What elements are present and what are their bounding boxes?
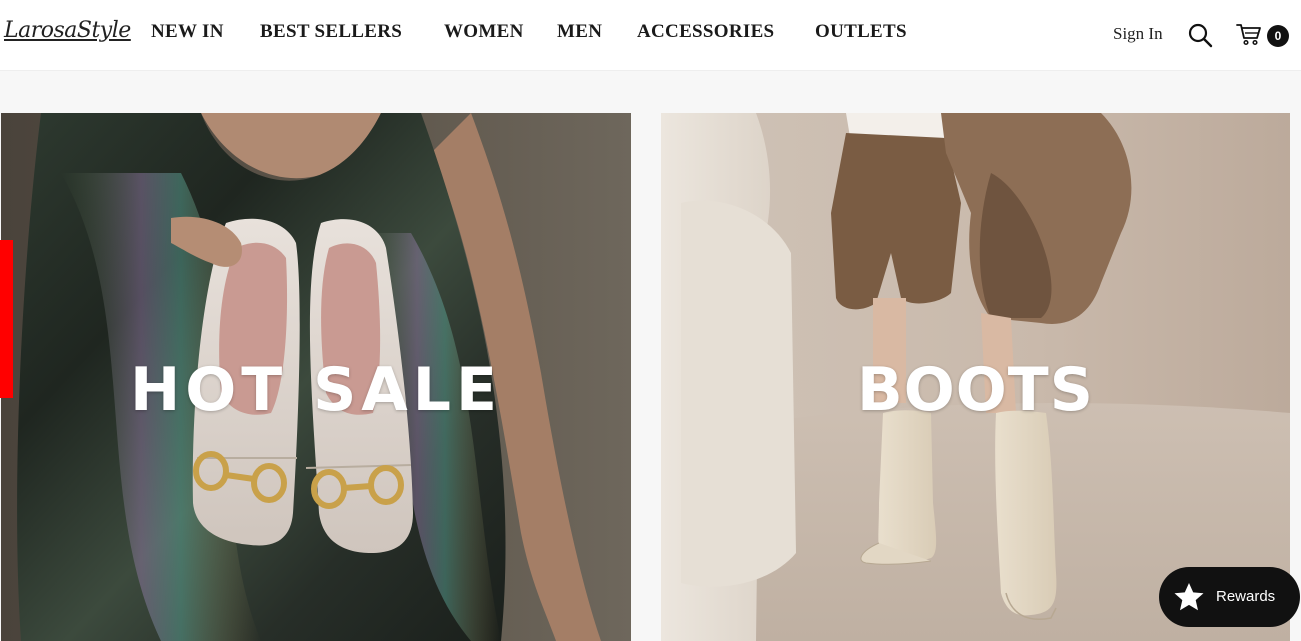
side-feedback-tab[interactable]	[0, 240, 13, 398]
search-icon[interactable]	[1187, 22, 1213, 48]
nav-item-best-sellers[interactable]: BEST SELLERS	[260, 21, 402, 43]
boots-banner[interactable]: BOOTS	[661, 113, 1290, 641]
nav-item-accessories[interactable]: ACCESSORIES	[637, 21, 774, 43]
rewards-label: Rewards	[1216, 588, 1276, 605]
star-icon	[1173, 581, 1205, 613]
nav-item-women[interactable]: WOMEN	[444, 21, 524, 43]
main-nav: NEW IN BEST SELLERS WOMEN MEN ACCESSORIE…	[0, 0, 950, 66]
hot-sale-title: HOT SALE	[130, 355, 502, 425]
site-header: LarosaStyle NEW IN BEST SELLERS WOMEN ME…	[0, 0, 1301, 71]
rewards-button[interactable]: Rewards	[1159, 567, 1300, 627]
nav-item-men[interactable]: MEN	[557, 21, 602, 43]
nav-item-outlets[interactable]: OUTLETS	[815, 21, 907, 43]
cart-count-badge: 0	[1267, 25, 1289, 47]
hot-sale-banner[interactable]: HOT SALE	[1, 113, 631, 641]
nav-item-new-in[interactable]: NEW IN	[151, 21, 224, 43]
boots-title: BOOTS	[857, 355, 1094, 425]
cart-icon[interactable]	[1236, 21, 1262, 47]
sign-in-link[interactable]: Sign In	[1113, 24, 1163, 44]
